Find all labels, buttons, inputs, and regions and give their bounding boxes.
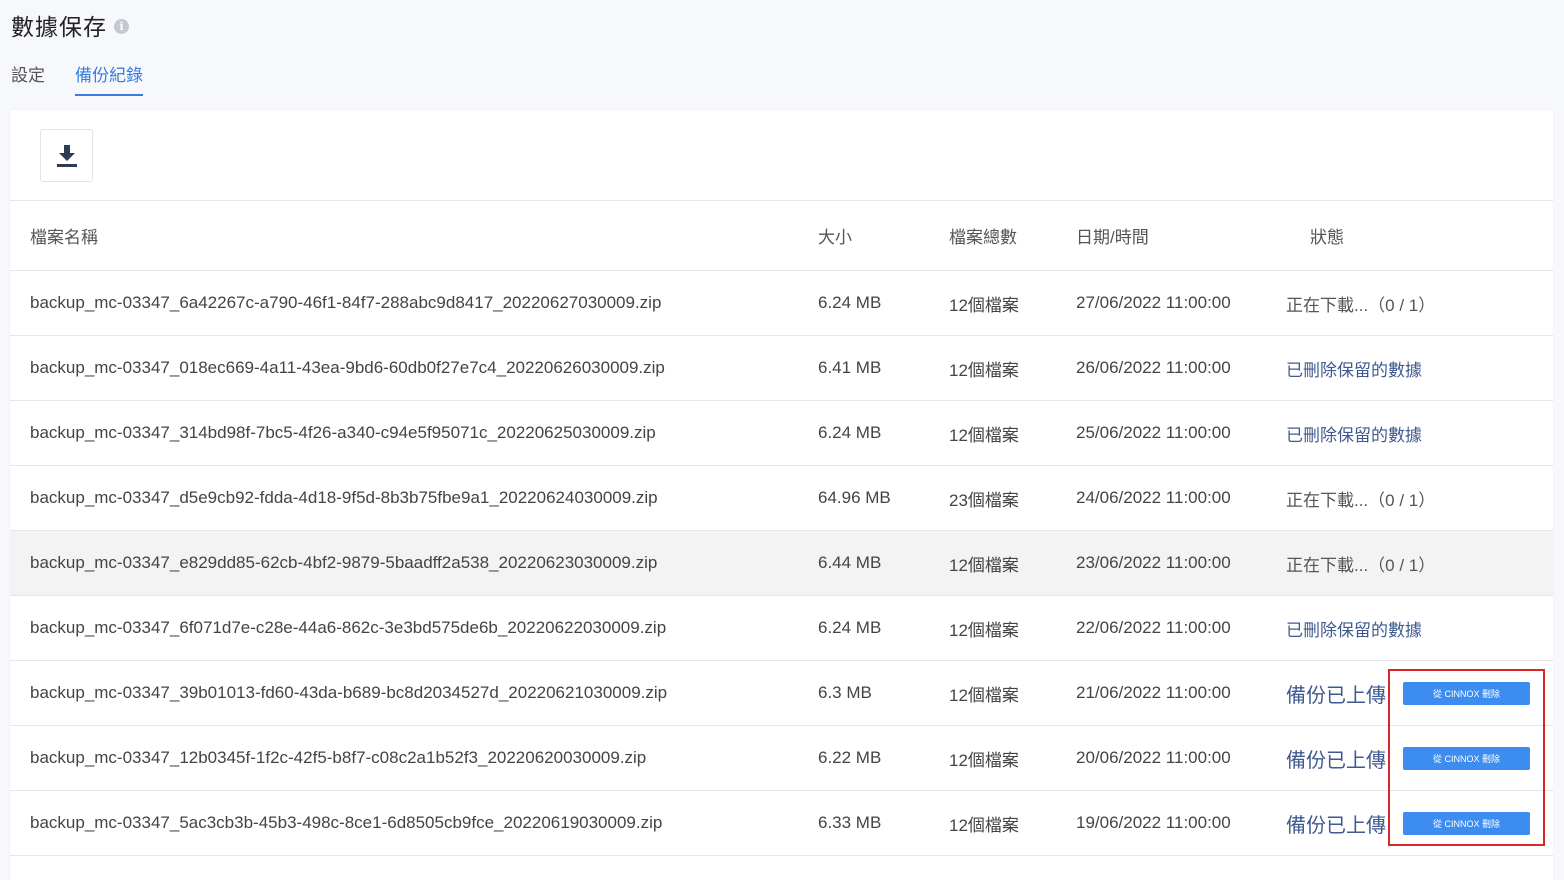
date-time-cell: 25/06/2022 11:00:00 (1076, 423, 1231, 442)
table-body: backup_mc-03347_6a42267c-a790-46f1-84f7-… (10, 271, 1553, 856)
file-count-cell: 12個檔案 (949, 295, 1019, 315)
file-count-cell: 12個檔案 (949, 555, 1019, 575)
table-header: 檔案名稱 大小 檔案總數 日期/時間 狀態 (10, 201, 1553, 271)
table-row[interactable]: backup_mc-03347_6f071d7e-c28e-44a6-862c-… (10, 596, 1553, 661)
date-time-cell: 26/06/2022 11:00:00 (1076, 358, 1231, 377)
status-text: 正在下載...（0 / 1） (1286, 490, 1436, 510)
status-text: 備份已上傳 (1286, 749, 1386, 772)
download-icon (56, 144, 77, 167)
column-header-file-count[interactable]: 檔案總數 (949, 223, 1017, 248)
table-row[interactable]: backup_mc-03347_5ac3cb3b-45b3-498c-8ce1-… (10, 791, 1553, 856)
column-header-status[interactable]: 狀態 (1310, 223, 1344, 248)
status-text: 正在下載...（0 / 1） (1286, 555, 1436, 575)
size-cell: 6.24 MB (818, 423, 882, 442)
download-button[interactable] (40, 129, 93, 182)
table-row[interactable]: backup_mc-03347_39b01013-fd60-43da-b689-… (10, 661, 1553, 726)
file-name-cell: backup_mc-03347_018ec669-4a11-43ea-9bd6-… (30, 358, 665, 377)
size-cell: 6.3 MB (818, 683, 872, 702)
page-title: 數據保存 (11, 14, 107, 40)
table-row[interactable]: backup_mc-03347_314bd98f-7bc5-4f26-a340-… (10, 401, 1553, 466)
status-text: 備份已上傳 (1286, 684, 1386, 707)
delete-from-cinnox-button[interactable]: 從 CINNOX 刪除 (1403, 681, 1530, 705)
table-row[interactable]: backup_mc-03347_018ec669-4a11-43ea-9bd6-… (10, 336, 1553, 401)
file-name-cell: backup_mc-03347_12b0345f-1f2c-42f5-b8f7-… (30, 748, 647, 767)
date-time-cell: 21/06/2022 11:00:00 (1076, 683, 1231, 702)
status-text: 正在下載...（0 / 1） (1286, 295, 1436, 315)
file-name-cell: backup_mc-03347_6f071d7e-c28e-44a6-862c-… (30, 618, 667, 637)
delete-from-cinnox-button[interactable]: 從 CINNOX 刪除 (1403, 746, 1530, 770)
table-row[interactable]: backup_mc-03347_d5e9cb92-fdda-4d18-9f5d-… (10, 466, 1553, 531)
page-header: 數據保存 i (11, 8, 129, 42)
date-time-cell: 24/06/2022 11:00:00 (1076, 488, 1231, 507)
table-row[interactable]: backup_mc-03347_6a42267c-a790-46f1-84f7-… (10, 271, 1553, 336)
date-time-cell: 27/06/2022 11:00:00 (1076, 293, 1231, 312)
size-cell: 64.96 MB (818, 488, 891, 507)
status-text: 備份已上傳 (1286, 814, 1386, 837)
file-name-cell: backup_mc-03347_e829dd85-62cb-4bf2-9879-… (30, 553, 658, 572)
file-count-cell: 12個檔案 (949, 620, 1019, 640)
file-name-cell: backup_mc-03347_d5e9cb92-fdda-4d18-9f5d-… (30, 488, 658, 507)
file-count-cell: 23個檔案 (949, 490, 1019, 510)
date-time-cell: 22/06/2022 11:00:00 (1076, 618, 1231, 637)
table-row[interactable]: backup_mc-03347_12b0345f-1f2c-42f5-b8f7-… (10, 726, 1553, 791)
date-time-cell: 19/06/2022 11:00:00 (1076, 813, 1231, 832)
info-icon[interactable]: i (114, 19, 129, 34)
status-text[interactable]: 已刪除保留的數據 (1286, 356, 1422, 381)
size-cell: 6.24 MB (818, 618, 882, 637)
file-name-cell: backup_mc-03347_39b01013-fd60-43da-b689-… (30, 683, 668, 702)
toolbar (10, 110, 1553, 201)
status-text[interactable]: 已刪除保留的數據 (1286, 616, 1422, 641)
size-cell: 6.41 MB (818, 358, 882, 377)
size-cell: 6.33 MB (818, 813, 882, 832)
status-text[interactable]: 已刪除保留的數據 (1286, 421, 1422, 446)
table-row[interactable]: backup_mc-03347_e829dd85-62cb-4bf2-9879-… (10, 531, 1553, 596)
date-time-cell: 20/06/2022 11:00:00 (1076, 748, 1231, 767)
size-cell: 6.22 MB (818, 748, 882, 767)
file-count-cell: 12個檔案 (949, 685, 1019, 705)
file-name-cell: backup_mc-03347_5ac3cb3b-45b3-498c-8ce1-… (30, 813, 663, 832)
delete-from-cinnox-button[interactable]: 從 CINNOX 刪除 (1403, 811, 1530, 835)
column-header-file-name[interactable]: 檔案名稱 (30, 223, 98, 248)
tab-backup-records[interactable]: 備份紀錄 (75, 56, 143, 96)
date-time-cell: 23/06/2022 11:00:00 (1076, 553, 1231, 572)
file-count-cell: 12個檔案 (949, 815, 1019, 835)
size-cell: 6.24 MB (818, 293, 882, 312)
backup-records-card: 檔案名稱 大小 檔案總數 日期/時間 狀態 backup_mc-03347_6a… (10, 110, 1553, 880)
column-header-date-time[interactable]: 日期/時間 (1076, 223, 1149, 248)
column-header-size[interactable]: 大小 (818, 223, 852, 248)
file-count-cell: 12個檔案 (949, 750, 1019, 770)
tab-bar: 設定 備份紀錄 (11, 56, 173, 96)
tab-settings[interactable]: 設定 (11, 56, 45, 94)
file-count-cell: 12個檔案 (949, 425, 1019, 445)
file-count-cell: 12個檔案 (949, 360, 1019, 380)
file-name-cell: backup_mc-03347_6a42267c-a790-46f1-84f7-… (30, 293, 662, 312)
file-name-cell: backup_mc-03347_314bd98f-7bc5-4f26-a340-… (30, 423, 656, 442)
size-cell: 6.44 MB (818, 553, 882, 572)
